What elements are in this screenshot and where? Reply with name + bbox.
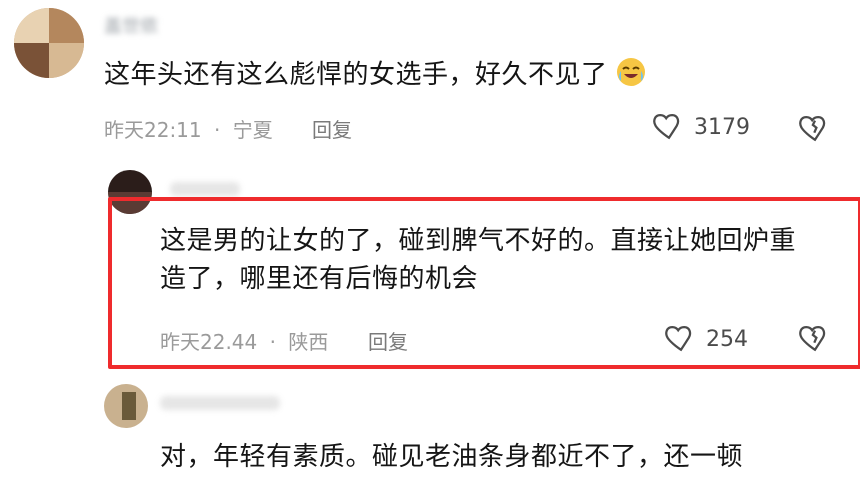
- reply-username[interactable]: [170, 182, 240, 196]
- reply-location: 陕西: [288, 330, 329, 354]
- comment-username[interactable]: 盖世侬: [104, 12, 158, 38]
- comment-text: 这年头还有这么彪悍的女选手，好久不见了: [104, 56, 646, 94]
- broken-heart-icon: [798, 110, 832, 148]
- avatar-image: [104, 384, 148, 428]
- comment-location: 宁夏: [232, 118, 273, 142]
- reply-text-line: 这是男的让女的了，碰到脾气不好的。直接让她回炉重: [160, 226, 797, 256]
- reply-button[interactable]: 回复: [368, 326, 408, 355]
- comment-time: 昨天22:11: [104, 118, 202, 142]
- reply-button[interactable]: 回复: [312, 114, 352, 143]
- like-button[interactable]: 3179: [652, 108, 750, 146]
- like-count: 254: [706, 326, 748, 352]
- comment-meta: 昨天22:11 · 宁夏: [104, 114, 273, 143]
- avatar-image: [14, 8, 84, 78]
- heart-icon: [664, 320, 698, 358]
- meta-separator: ·: [269, 330, 276, 354]
- broken-heart-icon: [798, 320, 832, 358]
- dislike-button[interactable]: [798, 320, 832, 358]
- reply-username[interactable]: [160, 396, 280, 410]
- avatar[interactable]: [14, 8, 84, 78]
- meta-separator: ·: [214, 118, 221, 142]
- heart-icon: [652, 108, 686, 146]
- reply-meta: 昨天22.44 · 陕西: [160, 326, 328, 355]
- reply-avatar[interactable]: [104, 384, 148, 428]
- dislike-button[interactable]: [798, 110, 832, 148]
- reply-text: 这是男的让女的了，碰到脾气不好的。直接让她回炉重 造了，哪里还有后悔的机会: [160, 222, 850, 298]
- reply-text-line: 造了，哪里还有后悔的机会: [160, 264, 479, 294]
- like-button[interactable]: 254: [664, 320, 748, 358]
- reply-time: 昨天22.44: [160, 330, 258, 354]
- reply-text: 对，年轻有素质。碰见老油条身都近不了，还一顿: [160, 442, 744, 472]
- like-count: 3179: [694, 114, 750, 140]
- crying-laughing-emoji-icon: [616, 57, 646, 87]
- comment-text-content: 这年头还有这么彪悍的女选手，好久不见了: [104, 60, 608, 90]
